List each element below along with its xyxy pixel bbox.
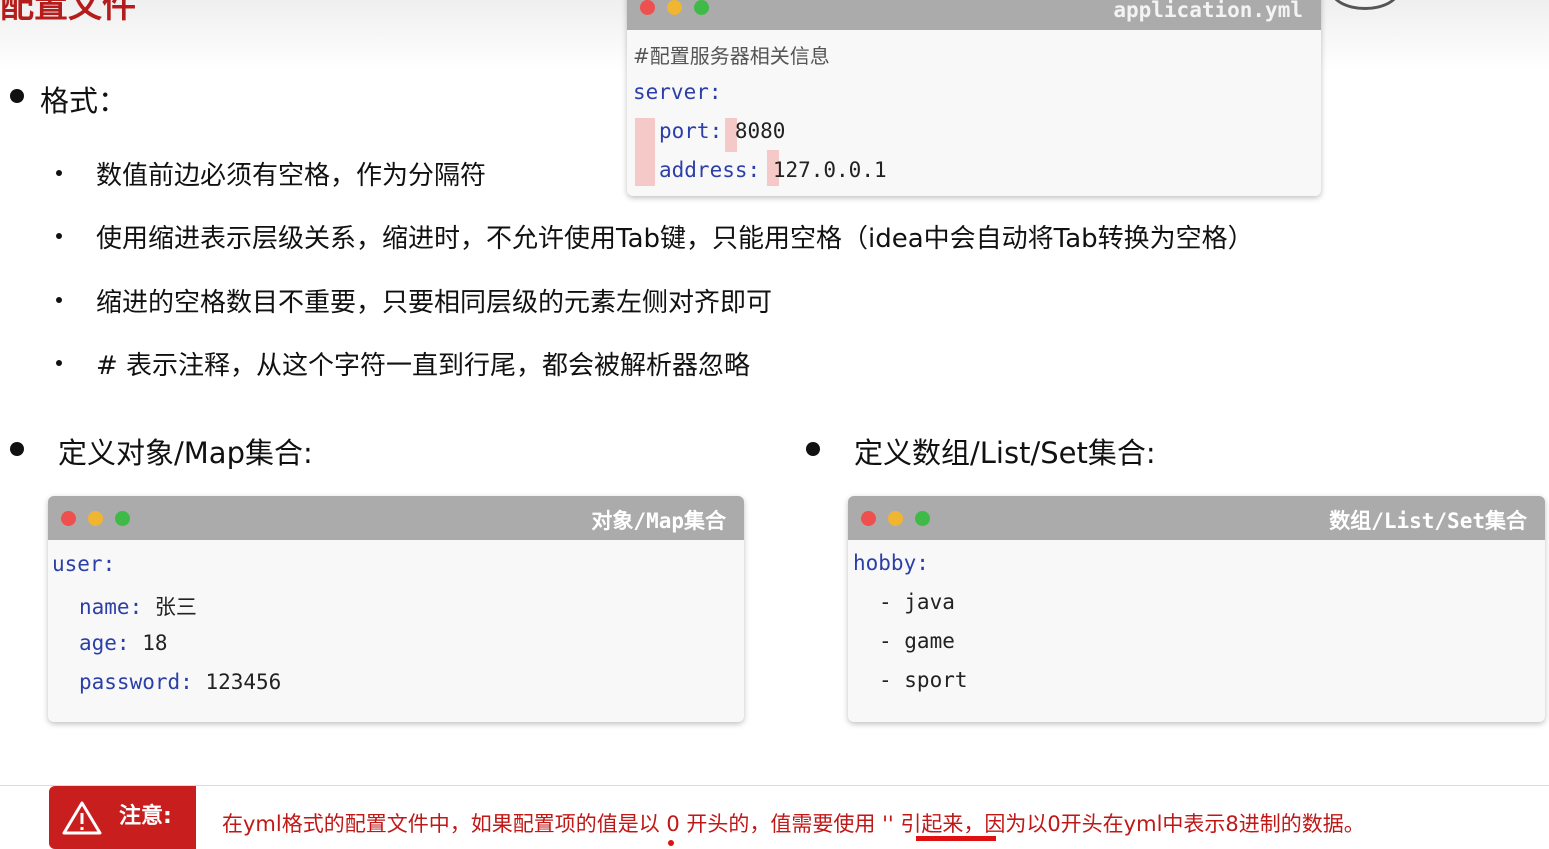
yaml-key: password: (79, 670, 193, 694)
window-title: 对象/Map集合 (591, 509, 726, 533)
yaml-list-item: - sport (879, 668, 968, 692)
yaml-value: 张三 (154, 595, 197, 619)
window-title: application.yml (1113, 0, 1303, 22)
window-close-dot (61, 511, 76, 526)
yaml-root-key: hobby: (853, 551, 929, 575)
yaml-comment: #配置服务器相关信息 (633, 44, 830, 68)
note-badge: 注意: (49, 786, 196, 849)
window-maximize-dot (694, 0, 709, 15)
yaml-line: port: 8080 (659, 119, 785, 143)
warning-icon (61, 800, 103, 840)
yaml-line: name: 张三 (79, 591, 197, 621)
bullet-dot (10, 89, 24, 103)
yaml-value: 8080 (734, 119, 786, 143)
bullet-dot (56, 297, 62, 303)
application-yml-window: application.yml #配置服务器相关信息 server: port:… (627, 0, 1321, 196)
format-heading: 格式： (40, 84, 128, 118)
emphasis-underline (916, 836, 996, 841)
note-text: 在yml格式的配置文件中，如果配置项的值是以 0 开头的，值需要使用 '' 引起… (222, 812, 1365, 836)
window-minimize-dot (888, 511, 903, 526)
yaml-key: port: (659, 119, 723, 143)
bullet-dot (806, 442, 820, 456)
yaml-value: 123456 (205, 670, 282, 694)
yaml-value: 127.0.0.1 (772, 158, 887, 182)
window-maximize-dot (915, 511, 930, 526)
yaml-key: address: (659, 158, 761, 182)
window-close-dot (861, 511, 876, 526)
window-titlebar: 数组/List/Set集合 (848, 496, 1545, 540)
yaml-line: address: 127.0.0.1 (659, 158, 887, 182)
yaml-key: age: (79, 631, 130, 655)
yaml-root-key: server: (633, 80, 722, 104)
note-label: 注意: (119, 804, 172, 829)
yaml-value: 18 (142, 631, 168, 655)
bullet-dot (56, 233, 62, 239)
yaml-root-key: user: (52, 552, 116, 576)
yaml-list-item: - game (879, 629, 955, 653)
window-title: 数组/List/Set集合 (1329, 509, 1527, 533)
window-titlebar: 对象/Map集合 (48, 496, 744, 540)
format-item-4: # 表示注释，从这个字符一直到行尾，都会被解析器忽略 (96, 351, 751, 381)
object-heading: 定义对象/Map集合: (58, 436, 313, 470)
yaml-list-item: - java (879, 590, 955, 614)
window-maximize-dot (115, 511, 130, 526)
indent-highlight (635, 118, 655, 186)
bullet-dot (56, 360, 62, 366)
yaml-line: password: 123456 (79, 670, 281, 694)
array-heading: 定义数组/List/Set集合: (854, 436, 1156, 470)
window-titlebar: application.yml (627, 0, 1321, 30)
format-item-1: 数值前边必须有空格，作为分隔符 (96, 161, 487, 191)
window-minimize-dot (88, 511, 103, 526)
bullet-dot (10, 442, 24, 456)
yaml-line: age: 18 (79, 631, 168, 655)
page-title: 配置文件 (0, 0, 136, 26)
yaml-key: name: (79, 595, 143, 619)
window-close-dot (640, 0, 655, 15)
format-item-3: 缩进的空格数目不重要，只要相同层级的元素左侧对齐即可 (96, 288, 773, 318)
window-minimize-dot (667, 0, 682, 15)
format-item-2: 使用缩进表示层级关系，缩进时，不允许使用Tab键，只能用空格（idea中会自动将… (96, 224, 1254, 254)
emphasis-dot (668, 840, 674, 846)
array-list-window: 数组/List/Set集合 hobby: - java - game - spo… (848, 496, 1545, 722)
note-bar: 注意: 在yml格式的配置文件中，如果配置项的值是以 0 开头的，值需要使用 '… (0, 785, 1549, 849)
bullet-dot (56, 170, 62, 176)
object-map-window: 对象/Map集合 user: name: 张三 age: 18 password… (48, 496, 744, 722)
